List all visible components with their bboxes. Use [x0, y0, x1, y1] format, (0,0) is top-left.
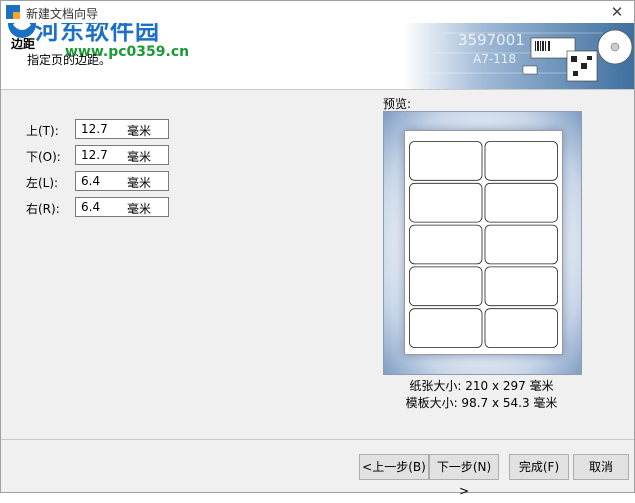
preview-panel: [383, 111, 582, 375]
label-cell: [484, 141, 558, 181]
label-cell: [409, 266, 483, 307]
label-grid: [409, 141, 558, 348]
label-cell: [409, 224, 483, 265]
label-cell: [409, 182, 483, 223]
watermark-name: 河东软件园: [35, 23, 160, 45]
window-title: 新建文档向导: [26, 7, 99, 21]
left-margin-input[interactable]: 6.4 毫米: [75, 171, 169, 191]
banner-code-2: A7-118: [473, 52, 516, 66]
title-bar: 新建文档向导 ✕: [1, 1, 634, 23]
top-margin-input[interactable]: 12.7 毫米: [75, 119, 169, 139]
bottom-margin-value: 12.7: [81, 148, 108, 162]
label-cell: [484, 308, 558, 348]
right-margin-input[interactable]: 6.4 毫米: [75, 197, 169, 217]
page-subtitle: 指定页的边距。: [27, 53, 112, 67]
top-margin-label: 上(T):: [26, 124, 59, 138]
preview-label: 预览:: [383, 97, 412, 111]
back-button[interactable]: <上一步(B): [359, 454, 429, 480]
next-button[interactable]: 下一步(N) >: [429, 454, 499, 498]
bottom-margin-input[interactable]: 12.7 毫米: [75, 145, 169, 165]
barcode-banner-image: 3597001 A7-118: [403, 23, 634, 89]
finish-button[interactable]: 完成(F): [509, 454, 569, 480]
right-margin-unit: 毫米: [127, 202, 152, 216]
label-cell: [484, 266, 558, 307]
label-cell: [409, 141, 483, 181]
banner-code: 3597001: [458, 31, 525, 49]
page-title: 边距: [11, 37, 36, 51]
wizard-header: 3597001 A7-118 河东软件园 www.pc0359.cn 边距 指定…: [1, 23, 634, 89]
close-button[interactable]: ✕: [604, 3, 630, 21]
paper-size-text: 纸张大小: 210 x 297 毫米: [409, 379, 554, 393]
top-margin-unit: 毫米: [127, 124, 152, 138]
template-size-text: 模板大小: 98.7 x 54.3 毫米: [405, 396, 558, 410]
right-margin-label: 右(R):: [26, 202, 60, 216]
right-margin-value: 6.4: [81, 200, 101, 214]
top-margin-value: 12.7: [81, 122, 108, 136]
label-cell: [484, 224, 558, 265]
wizard-window: 新建文档向导 ✕ 3597001 A7-118 河东软件园 www.pc0359…: [0, 0, 635, 498]
app-icon: [6, 5, 20, 19]
label-cell: [409, 308, 483, 348]
footer-divider: [1, 439, 634, 440]
header-divider: [1, 89, 634, 90]
left-margin-label: 左(L):: [26, 176, 59, 190]
bottom-margin-label: 下(O):: [26, 150, 61, 164]
preview-paper: [404, 130, 563, 355]
left-margin-unit: 毫米: [127, 176, 152, 190]
bottom-margin-unit: 毫米: [127, 150, 152, 164]
label-cell: [484, 182, 558, 223]
left-margin-value: 6.4: [81, 174, 101, 188]
cancel-button[interactable]: 取消: [573, 454, 629, 480]
